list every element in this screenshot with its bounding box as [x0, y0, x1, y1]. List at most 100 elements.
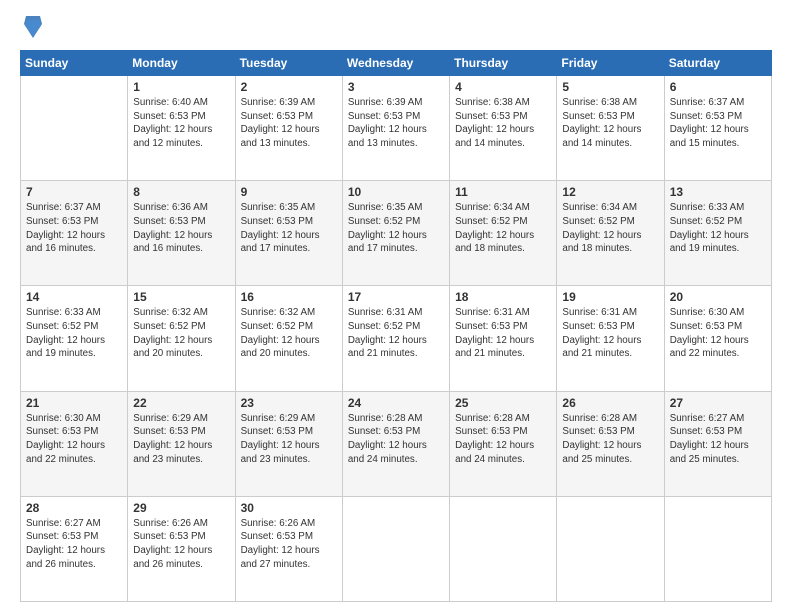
calendar-cell: 23Sunrise: 6:29 AMSunset: 6:53 PMDayligh… [235, 391, 342, 496]
calendar-cell: 30 Sunrise: 6:26 AMSunset: 6:53 PMDayligh… [235, 496, 342, 601]
calendar-cell: 8 Sunrise: 6:36 AMSunset: 6:53 PMDaylight… [128, 181, 235, 286]
calendar-cell: 24Sunrise: 6:28 AMSunset: 6:53 PMDayligh… [342, 391, 449, 496]
day-number: 17 [348, 290, 444, 304]
day-info: Sunrise: 6:32 AMSunset: 6:52 PMDaylight:… [241, 306, 337, 361]
day-info: Sunrise: 6:35 AMSunset: 6:52 PMDaylight:… [348, 201, 444, 256]
day-info: Sunrise: 6:40 AMSunset: 6:53 PMDaylight:… [133, 96, 229, 151]
day-number: 13 [670, 185, 766, 199]
day-number: 9 [241, 185, 337, 199]
day-number: 30 [241, 501, 337, 515]
day-number: 2 [241, 80, 337, 94]
day-info: Sunrise: 6:36 AMSunset: 6:53 PMDaylight:… [133, 201, 229, 256]
day-number: 4 [455, 80, 551, 94]
calendar-cell: 4 Sunrise: 6:38 AMSunset: 6:53 PMDaylight… [450, 76, 557, 181]
calendar-cell: 15 Sunrise: 6:32 AMSunset: 6:52 PMDayligh… [128, 286, 235, 391]
day-number: 5 [562, 80, 658, 94]
day-number: 16 [241, 290, 337, 304]
calendar-col-header: Tuesday [235, 51, 342, 76]
day-info: Sunrise: 6:39 AMSunset: 6:53 PMDaylight:… [241, 96, 337, 151]
day-info: Sunrise: 6:32 AMSunset: 6:52 PMDaylight:… [133, 306, 229, 361]
day-info: Sunrise: 6:28 AMSunset: 6:53 PMDaylight:… [562, 412, 658, 467]
calendar-cell: 14 Sunrise: 6:33 AMSunset: 6:52 PMDayligh… [21, 286, 128, 391]
day-number: 22 [133, 396, 229, 410]
day-number: 28 [26, 501, 122, 515]
calendar-table: SundayMondayTuesdayWednesdayThursdayFrid… [20, 50, 772, 602]
day-info: Sunrise: 6:33 AMSunset: 6:52 PMDaylight:… [670, 201, 766, 256]
calendar-cell: 18 Sunrise: 6:31 AMSunset: 6:53 PMDayligh… [450, 286, 557, 391]
calendar-col-header: Wednesday [342, 51, 449, 76]
day-info: Sunrise: 6:30 AMSunset: 6:53 PMDaylight:… [26, 412, 122, 467]
calendar-cell: 26 Sunrise: 6:28 AMSunset: 6:53 PMDayligh… [557, 391, 664, 496]
day-info: Sunrise: 6:30 AMSunset: 6:53 PMDaylight:… [670, 306, 766, 361]
day-number: 26 [562, 396, 658, 410]
day-number: 10 [348, 185, 444, 199]
day-info: Sunrise: 6:28 AMSunset: 6:53 PMDaylight:… [455, 412, 551, 467]
calendar-week-row: 14 Sunrise: 6:33 AMSunset: 6:52 PMDayligh… [21, 286, 772, 391]
header [20, 18, 772, 40]
day-info: Sunrise: 6:37 AMSunset: 6:53 PMDaylight:… [26, 201, 122, 256]
calendar-header-row: SundayMondayTuesdayWednesdayThursdayFrid… [21, 51, 772, 76]
calendar-cell: 1 Sunrise: 6:40 AMSunset: 6:53 PMDaylight… [128, 76, 235, 181]
day-number: 14 [26, 290, 122, 304]
calendar-cell: 5 Sunrise: 6:38 AMSunset: 6:53 PMDaylight… [557, 76, 664, 181]
day-info: Sunrise: 6:35 AMSunset: 6:53 PMDaylight:… [241, 201, 337, 256]
calendar-cell: 16 Sunrise: 6:32 AMSunset: 6:52 PMDayligh… [235, 286, 342, 391]
calendar-cell: 9 Sunrise: 6:35 AMSunset: 6:53 PMDaylight… [235, 181, 342, 286]
day-number: 8 [133, 185, 229, 199]
logo-icon [22, 14, 44, 40]
day-number: 21 [26, 396, 122, 410]
day-number: 1 [133, 80, 229, 94]
day-number: 18 [455, 290, 551, 304]
day-info: Sunrise: 6:38 AMSunset: 6:53 PMDaylight:… [562, 96, 658, 151]
day-info: Sunrise: 6:39 AMSunset: 6:53 PMDaylight:… [348, 96, 444, 151]
calendar-cell: 13 Sunrise: 6:33 AMSunset: 6:52 PMDayligh… [664, 181, 771, 286]
calendar-col-header: Thursday [450, 51, 557, 76]
calendar-cell: 12 Sunrise: 6:34 AMSunset: 6:52 PMDayligh… [557, 181, 664, 286]
day-number: 29 [133, 501, 229, 515]
calendar-cell: 28 Sunrise: 6:27 AMSunset: 6:53 PMDayligh… [21, 496, 128, 601]
day-info: Sunrise: 6:26 AMSunset: 6:53 PMDaylight:… [241, 517, 337, 572]
calendar-cell: 7 Sunrise: 6:37 AMSunset: 6:53 PMDaylight… [21, 181, 128, 286]
day-info: Sunrise: 6:31 AMSunset: 6:52 PMDaylight:… [348, 306, 444, 361]
calendar-cell: 19 Sunrise: 6:31 AMSunset: 6:53 PMDayligh… [557, 286, 664, 391]
page: SundayMondayTuesdayWednesdayThursdayFrid… [0, 0, 792, 612]
calendar-cell: 27Sunrise: 6:27 AMSunset: 6:53 PMDayligh… [664, 391, 771, 496]
day-number: 11 [455, 185, 551, 199]
day-number: 19 [562, 290, 658, 304]
calendar-cell [21, 76, 128, 181]
day-info: Sunrise: 6:33 AMSunset: 6:52 PMDaylight:… [26, 306, 122, 361]
calendar-cell: 20Sunrise: 6:30 AMSunset: 6:53 PMDayligh… [664, 286, 771, 391]
day-number: 23 [241, 396, 337, 410]
calendar-cell: 22Sunrise: 6:29 AMSunset: 6:53 PMDayligh… [128, 391, 235, 496]
calendar-week-row: 21 Sunrise: 6:30 AMSunset: 6:53 PMDayligh… [21, 391, 772, 496]
calendar-cell: 6Sunrise: 6:37 AMSunset: 6:53 PMDaylight… [664, 76, 771, 181]
calendar-cell: 21 Sunrise: 6:30 AMSunset: 6:53 PMDayligh… [21, 391, 128, 496]
calendar-col-header: Saturday [664, 51, 771, 76]
calendar-col-header: Friday [557, 51, 664, 76]
day-info: Sunrise: 6:34 AMSunset: 6:52 PMDaylight:… [562, 201, 658, 256]
calendar-cell: 11 Sunrise: 6:34 AMSunset: 6:52 PMDayligh… [450, 181, 557, 286]
calendar-cell [450, 496, 557, 601]
day-info: Sunrise: 6:27 AMSunset: 6:53 PMDaylight:… [26, 517, 122, 572]
calendar-cell [664, 496, 771, 601]
day-info: Sunrise: 6:31 AMSunset: 6:53 PMDaylight:… [562, 306, 658, 361]
calendar-cell: 2 Sunrise: 6:39 AMSunset: 6:53 PMDaylight… [235, 76, 342, 181]
day-number: 12 [562, 185, 658, 199]
day-number: 6 [670, 80, 766, 94]
day-info: Sunrise: 6:34 AMSunset: 6:52 PMDaylight:… [455, 201, 551, 256]
calendar-week-row: 28 Sunrise: 6:27 AMSunset: 6:53 PMDayligh… [21, 496, 772, 601]
day-number: 7 [26, 185, 122, 199]
calendar-week-row: 1 Sunrise: 6:40 AMSunset: 6:53 PMDaylight… [21, 76, 772, 181]
calendar-col-header: Monday [128, 51, 235, 76]
day-number: 24 [348, 396, 444, 410]
calendar-cell: 29Sunrise: 6:26 AMSunset: 6:53 PMDayligh… [128, 496, 235, 601]
calendar-cell: 25Sunrise: 6:28 AMSunset: 6:53 PMDayligh… [450, 391, 557, 496]
day-info: Sunrise: 6:38 AMSunset: 6:53 PMDaylight:… [455, 96, 551, 151]
calendar-week-row: 7 Sunrise: 6:37 AMSunset: 6:53 PMDaylight… [21, 181, 772, 286]
calendar-cell: 10 Sunrise: 6:35 AMSunset: 6:52 PMDayligh… [342, 181, 449, 286]
day-info: Sunrise: 6:31 AMSunset: 6:53 PMDaylight:… [455, 306, 551, 361]
logo [20, 18, 44, 40]
day-number: 27 [670, 396, 766, 410]
day-number: 15 [133, 290, 229, 304]
calendar-cell: 17 Sunrise: 6:31 AMSunset: 6:52 PMDayligh… [342, 286, 449, 391]
